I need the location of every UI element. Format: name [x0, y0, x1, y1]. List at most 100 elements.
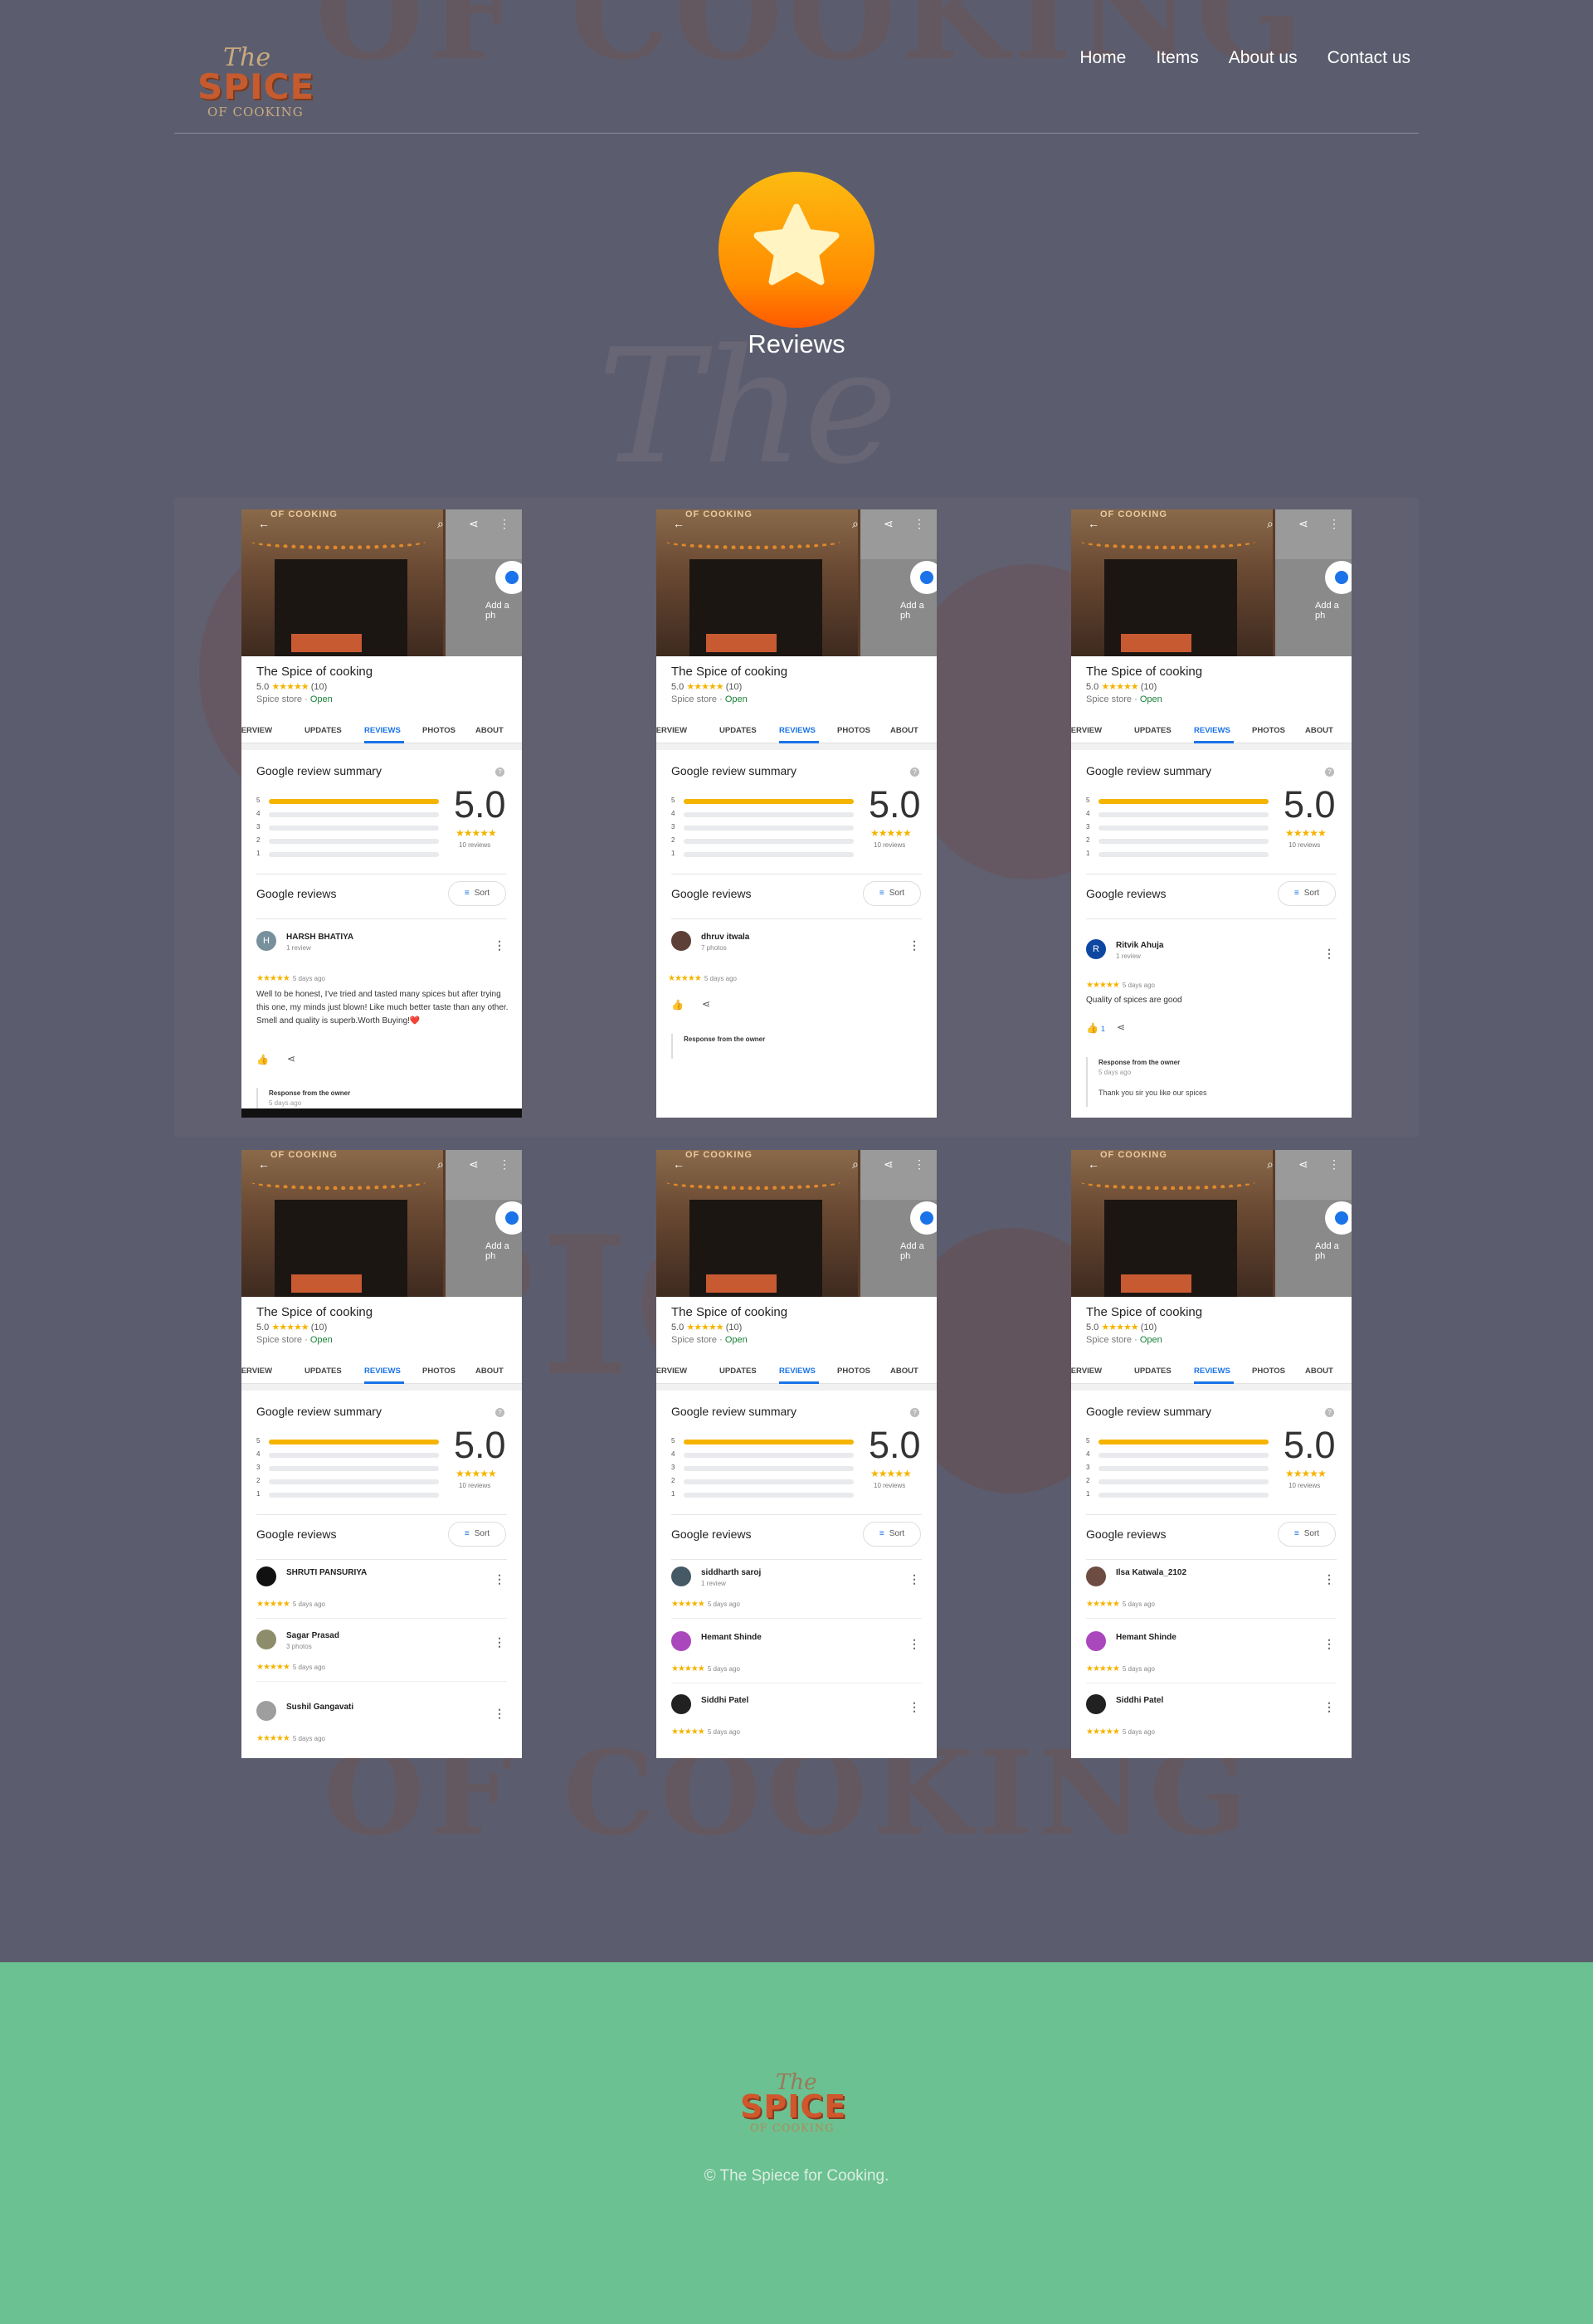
reviewer-avatar[interactable]: H [256, 931, 276, 951]
sort-button[interactable]: ≡ Sort [448, 1522, 506, 1547]
review-more-icon[interactable]: ⋮ [494, 939, 505, 951]
reviewer-name[interactable]: SHRUTI PANSURIYA [286, 1568, 367, 1577]
reviewer-avatar[interactable] [256, 1566, 276, 1586]
like-icon[interactable]: 👍 [256, 1054, 269, 1065]
add-photo-camera-icon[interactable] [910, 1201, 937, 1235]
sort-button[interactable]: ≡ Sort [863, 881, 921, 906]
like-icon[interactable]: 👍 [671, 999, 684, 1011]
tab-photos[interactable]: PHOTOS [837, 726, 870, 735]
sort-button[interactable]: ≡ Sort [863, 1522, 921, 1547]
tab-about[interactable]: ABOUT [890, 1367, 918, 1376]
add-photo-camera-icon[interactable] [910, 561, 937, 594]
add-photo-label[interactable]: Add a ph [1315, 1241, 1352, 1261]
tab-updates[interactable]: UPDATES [304, 1367, 342, 1376]
back-arrow-icon[interactable]: ← [258, 1158, 270, 1170]
tab-updates[interactable]: UPDATES [719, 1367, 757, 1376]
add-photo-camera-icon[interactable] [1325, 1201, 1352, 1235]
reviewer-avatar[interactable] [671, 1631, 691, 1651]
search-icon[interactable]: ⌕ [852, 518, 859, 529]
reviewer-name[interactable]: Hemant Shinde [1116, 1633, 1176, 1642]
search-icon[interactable]: ⌕ [437, 518, 444, 529]
tab-overview[interactable]: OVERVIEW [1071, 1367, 1102, 1376]
tab-overview[interactable]: OVERVIEW [656, 726, 687, 735]
more-vert-icon[interactable]: ⋮ [1328, 518, 1340, 529]
search-icon[interactable]: ⌕ [852, 1158, 859, 1170]
reviewer-name[interactable]: Hemant Shinde [701, 1633, 762, 1642]
tab-reviews[interactable]: REVIEWS [364, 1367, 401, 1376]
more-vert-icon[interactable]: ⋮ [913, 518, 925, 529]
tab-photos[interactable]: PHOTOS [1252, 726, 1285, 735]
reviewer-avatar[interactable] [671, 1694, 691, 1714]
tab-updates[interactable]: UPDATES [1134, 726, 1172, 735]
tab-overview[interactable]: OVERVIEW [1071, 726, 1102, 735]
reviewer-avatar[interactable] [1086, 1631, 1106, 1651]
tab-reviews[interactable]: REVIEWS [1194, 726, 1230, 735]
help-icon[interactable]: ? [1325, 767, 1334, 777]
reviewer-name[interactable]: siddharth saroj [701, 1568, 761, 1577]
tab-about[interactable]: ABOUT [475, 726, 504, 735]
back-arrow-icon[interactable]: ← [1088, 1158, 1099, 1170]
review-more-icon[interactable]: ⋮ [909, 1701, 920, 1713]
review-more-icon[interactable]: ⋮ [494, 1573, 505, 1585]
nav-items[interactable]: Items [1156, 48, 1198, 68]
tab-about[interactable]: ABOUT [1305, 1367, 1333, 1376]
reviewer-avatar[interactable] [1086, 1566, 1106, 1586]
reviewer-name[interactable]: dhruv itwala [701, 933, 749, 942]
nav-about-us[interactable]: About us [1229, 48, 1298, 68]
tab-overview[interactable]: OVERVIEW [656, 1367, 687, 1376]
tab-photos[interactable]: PHOTOS [422, 1367, 455, 1376]
help-icon[interactable]: ? [1325, 1408, 1334, 1417]
review-more-icon[interactable]: ⋮ [909, 1638, 920, 1649]
reviewer-name[interactable]: Sushil Gangavati [286, 1703, 353, 1712]
more-vert-icon[interactable]: ⋮ [499, 1158, 510, 1170]
share-icon[interactable]: ⋖ [884, 1158, 894, 1170]
tab-reviews[interactable]: REVIEWS [779, 726, 816, 735]
share-review-icon[interactable]: ⋖ [702, 998, 710, 1010]
add-photo-camera-icon[interactable] [495, 1201, 522, 1235]
search-icon[interactable]: ⌕ [1267, 518, 1274, 529]
add-photo-label[interactable]: Add a ph [485, 601, 522, 621]
review-more-icon[interactable]: ⋮ [909, 939, 920, 951]
tab-overview[interactable]: OVERVIEW [241, 726, 272, 735]
help-icon[interactable]: ? [495, 1408, 504, 1417]
tab-about[interactable]: ABOUT [475, 1367, 504, 1376]
reviewer-avatar[interactable] [671, 931, 691, 951]
footer-logo[interactable]: The SPICE OF COOKING [737, 2070, 861, 2149]
review-more-icon[interactable]: ⋮ [1323, 1701, 1335, 1713]
tab-updates[interactable]: UPDATES [719, 726, 757, 735]
sort-button[interactable]: ≡ Sort [1278, 1522, 1336, 1547]
add-photo-camera-icon[interactable] [1325, 561, 1352, 594]
reviewer-avatar[interactable] [671, 1566, 691, 1586]
reviewer-name[interactable]: HARSH BHATIYA [286, 933, 353, 942]
tab-about[interactable]: ABOUT [1305, 726, 1333, 735]
reviewer-avatar[interactable] [256, 1701, 276, 1721]
reviewer-name[interactable]: Siddhi Patel [1116, 1696, 1163, 1705]
review-more-icon[interactable]: ⋮ [1323, 948, 1335, 959]
reviewer-avatar[interactable] [256, 1630, 276, 1649]
site-logo[interactable]: The SPICE OF COOKING [186, 43, 314, 122]
add-photo-label[interactable]: Add a ph [900, 1241, 937, 1261]
share-icon[interactable]: ⋖ [469, 1158, 479, 1170]
search-icon[interactable]: ⌕ [437, 1158, 444, 1170]
share-icon[interactable]: ⋖ [469, 518, 479, 529]
reviewer-name[interactable]: Siddhi Patel [701, 1696, 748, 1705]
add-photo-label[interactable]: Add a ph [1315, 601, 1352, 621]
review-more-icon[interactable]: ⋮ [909, 1573, 920, 1585]
tab-updates[interactable]: UPDATES [1134, 1367, 1172, 1376]
review-more-icon[interactable]: ⋮ [494, 1708, 505, 1719]
more-vert-icon[interactable]: ⋮ [1328, 1158, 1340, 1170]
reviewer-name[interactable]: Sagar Prasad [286, 1631, 339, 1640]
review-more-icon[interactable]: ⋮ [1323, 1638, 1335, 1649]
tab-reviews[interactable]: REVIEWS [779, 1367, 816, 1376]
reviewer-avatar[interactable]: R [1086, 939, 1106, 959]
share-review-icon[interactable]: ⋖ [1117, 1021, 1125, 1033]
more-vert-icon[interactable]: ⋮ [499, 518, 510, 529]
back-arrow-icon[interactable]: ← [673, 1158, 684, 1170]
more-vert-icon[interactable]: ⋮ [913, 1158, 925, 1170]
reviewer-name[interactable]: Ilsa Katwala_2102 [1116, 1568, 1186, 1577]
search-icon[interactable]: ⌕ [1267, 1158, 1274, 1170]
tab-about[interactable]: ABOUT [890, 726, 918, 735]
add-photo-camera-icon[interactable] [495, 561, 522, 594]
like-icon[interactable]: 👍 1 [1086, 1022, 1105, 1034]
sort-button[interactable]: ≡ Sort [448, 881, 506, 906]
